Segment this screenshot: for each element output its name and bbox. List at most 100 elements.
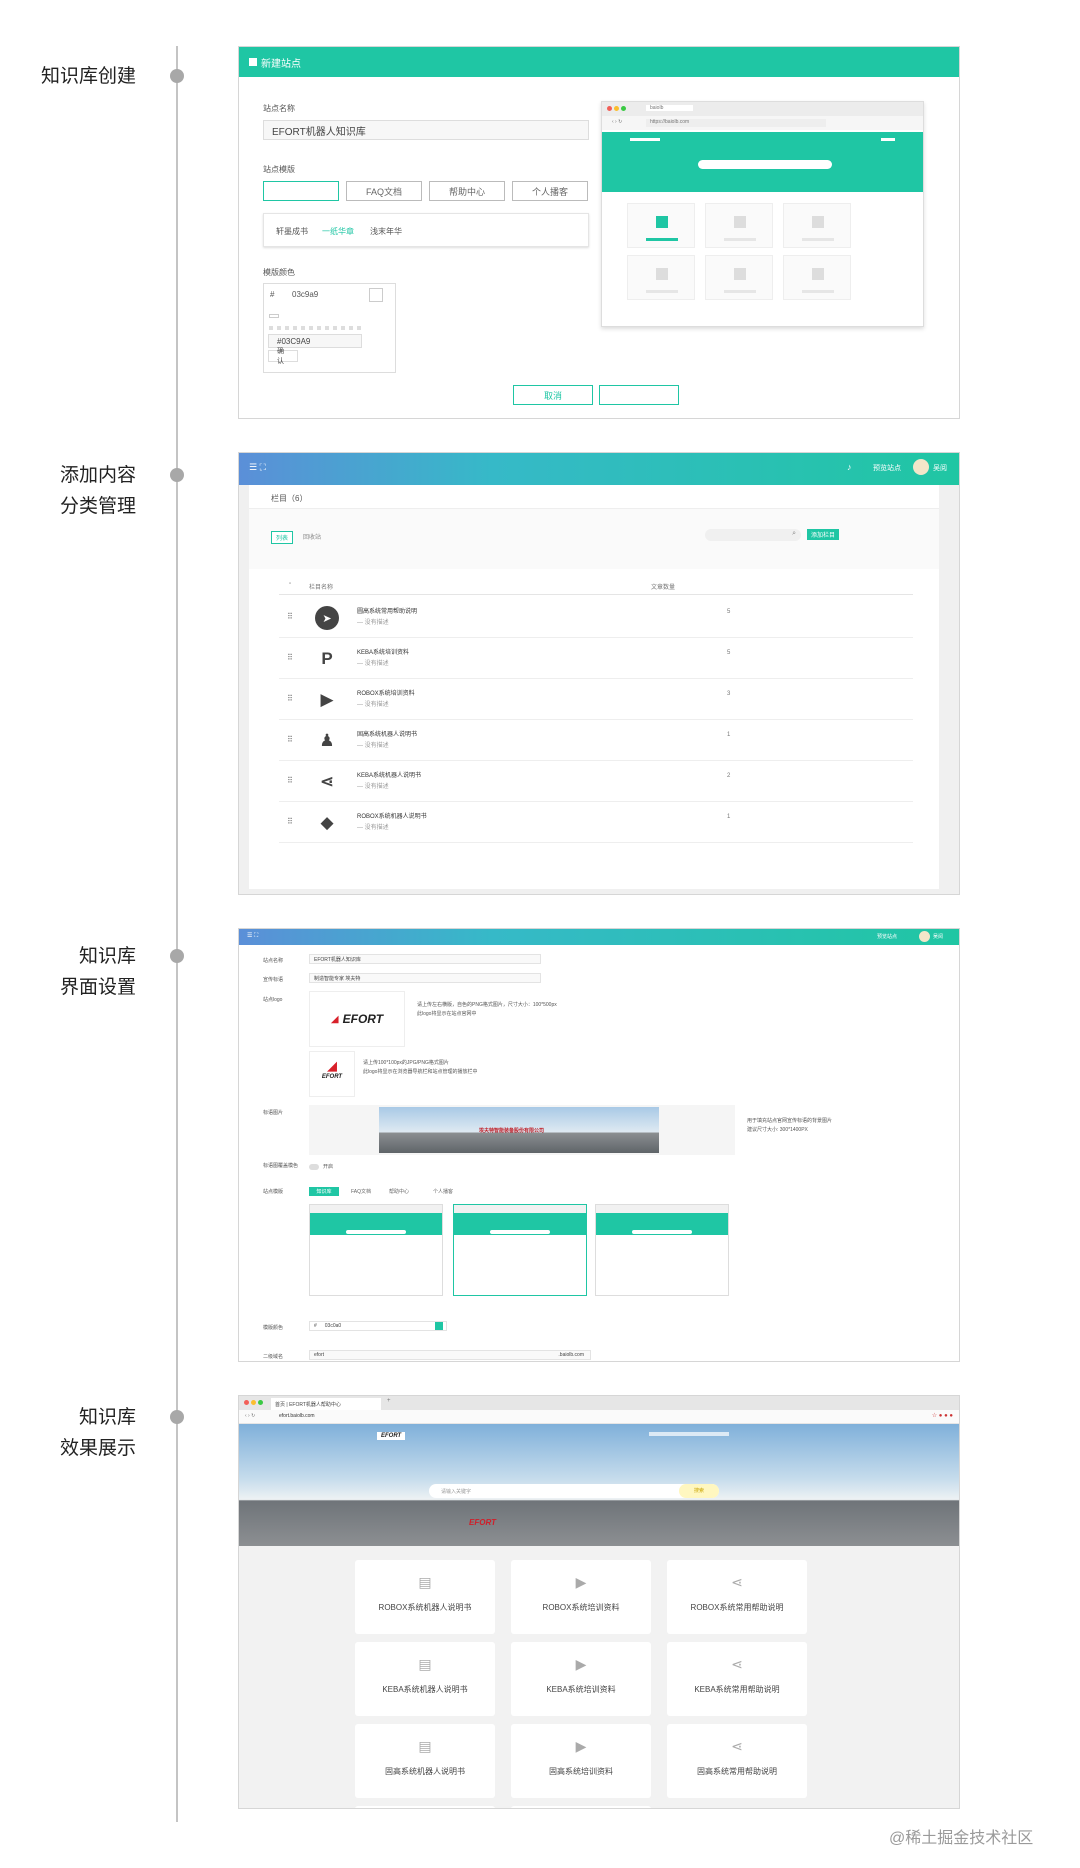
color-field[interactable]: #03c0a0 xyxy=(309,1321,447,1331)
submit-button[interactable]: 提交 xyxy=(599,385,679,405)
drag-handle-icon[interactable]: ⠿ xyxy=(287,653,293,662)
top-nav[interactable] xyxy=(649,1432,729,1436)
drag-handle-icon[interactable]: ⠿ xyxy=(287,612,293,621)
search-button[interactable]: 搜索 xyxy=(679,1484,719,1498)
template-thumb[interactable] xyxy=(595,1204,729,1296)
menu-icon[interactable]: ☰ ⛶ xyxy=(247,932,258,940)
template-thumb-selected[interactable] xyxy=(453,1204,587,1296)
row-title[interactable]: KEBA系统机器人说明书 xyxy=(357,770,421,779)
label-template: 站点模版 xyxy=(263,1189,284,1195)
tab-personal-blog[interactable]: 个人播客 xyxy=(429,1187,457,1196)
site-name-field[interactable]: EFORT机器人知识库 xyxy=(309,954,541,964)
row-title[interactable]: 固高系统机器人说明书 xyxy=(357,729,417,738)
bell-icon[interactable]: ♪ xyxy=(847,462,852,472)
hint: 此logo将显示在站点官网中 xyxy=(417,1011,477,1017)
dialog-title: 新建站点 xyxy=(261,58,301,70)
domain-field[interactable]: efort .baiolb.com xyxy=(309,1350,591,1360)
style-option[interactable]: 浅末年华 xyxy=(370,226,402,237)
timeline-label-4: 知识库 效果展示 xyxy=(59,1407,136,1459)
tab-list[interactable]: 列表 xyxy=(271,531,294,544)
category-tile[interactable]: ▶ ROBOX系统培训资料 xyxy=(511,1560,651,1634)
drag-handle-icon[interactable]: ⠿ xyxy=(287,735,293,744)
breadcrumb: 栏目（6） xyxy=(249,485,939,509)
avatar[interactable] xyxy=(913,459,929,475)
share-icon: ⋖ xyxy=(319,772,335,791)
checkbox-icon[interactable]: ▫ xyxy=(289,581,291,587)
category-tile[interactable]: ⋖ 固高系统常用帮助说明 xyxy=(667,1724,807,1798)
tab-help-center[interactable]: 帮助中心 xyxy=(385,1187,413,1196)
avatar[interactable] xyxy=(919,931,930,942)
video-icon: ▶ xyxy=(575,1656,587,1672)
new-tab-icon[interactable]: + xyxy=(387,1398,391,1404)
slogan-field[interactable]: 制造智能专家 埃夫特 xyxy=(309,973,541,983)
category-tile[interactable] xyxy=(511,1806,651,1808)
hint: 请上传100*100px的JPG/PNG格式图片 xyxy=(363,1060,449,1066)
drag-handle-icon[interactable]: ⠿ xyxy=(287,776,293,785)
tab-personal-blog[interactable]: 个人播客 xyxy=(512,181,588,201)
table-row[interactable]: ⠿ P KEBA系统培训资料 — 没有描述 5 xyxy=(279,638,913,679)
row-title[interactable]: KEBA系统培训资料 xyxy=(357,647,409,656)
tab-faq[interactable]: FAQ文档 xyxy=(347,1187,375,1196)
row-title[interactable]: ROBOX系统机器人说明书 xyxy=(357,811,427,820)
extension-icons[interactable]: ☆ ● ● ● xyxy=(932,1412,953,1419)
user-name[interactable]: 吴阅 xyxy=(933,463,947,473)
color-value[interactable]: 03c9a9 xyxy=(292,290,318,299)
drag-handle-icon[interactable]: ⠿ xyxy=(287,694,293,703)
preview-site-link[interactable]: 预览站点 xyxy=(877,933,897,940)
hint: 用于填充站点官网宣传标语的背景图片 xyxy=(747,1118,833,1124)
cancel-button[interactable]: 取消 xyxy=(513,385,593,405)
template-label: 站点模版 xyxy=(263,165,295,174)
category-tile[interactable]: ⋖ KEBA系统常用帮助说明 xyxy=(667,1642,807,1716)
hint: 建议尺寸大小: 300*1400PX xyxy=(747,1127,808,1133)
browser-tab[interactable]: 首页 | EFORT机器人帮助中心 xyxy=(271,1398,381,1410)
category-tile[interactable]: ⋖ ROBOX系统常用帮助说明 xyxy=(667,1560,807,1634)
confirm-button[interactable]: 确认 xyxy=(268,348,298,365)
category-tile[interactable]: ▤ ROBOX系统机器人说明书 xyxy=(355,1560,495,1634)
table-row[interactable]: ⠿ ⋖ KEBA系统机器人说明书 — 没有描述 2 xyxy=(279,761,913,802)
style-option-active[interactable]: 一纸华章 xyxy=(322,226,354,237)
tab-knowledge-base[interactable]: 知识库 xyxy=(309,1187,339,1196)
alpha-slider[interactable] xyxy=(269,326,361,330)
toggle-switch[interactable] xyxy=(309,1164,319,1170)
logo-upload-wide[interactable]: ◢ EFORT xyxy=(309,991,405,1047)
table-row[interactable]: ⠿ ◆ ROBOX系统机器人说明书 — 没有描述 1 xyxy=(279,802,913,843)
site-name-label: 站点名称 xyxy=(263,104,295,113)
template-thumb[interactable] xyxy=(309,1204,443,1296)
category-tile[interactable]: ▤ KEBA系统机器人说明书 xyxy=(355,1642,495,1716)
site-name-input[interactable]: EFORT机器人知识库 xyxy=(263,120,589,140)
style-option[interactable]: 轩墨成书 xyxy=(276,226,308,237)
logo-upload-square[interactable]: ◢ EFORT xyxy=(309,1051,355,1097)
color-swatch[interactable] xyxy=(369,288,383,302)
table-row[interactable]: ⠿ ➤ 圆高系统常用帮助说明 — 没有描述 5 xyxy=(279,597,913,638)
table-row[interactable]: ⠿ ▶ ROBOX系统培训资料 — 没有描述 3 xyxy=(279,679,913,720)
color-picker: # 03c9a9 #03C9A9 确认 xyxy=(263,283,396,373)
browser-url[interactable]: efort.baiolb.com xyxy=(279,1413,315,1419)
add-category-button[interactable]: 添加栏目 xyxy=(807,529,840,540)
nav-icons[interactable]: ‹ › ↻ xyxy=(245,1413,255,1419)
hue-slider[interactable] xyxy=(269,314,279,318)
color-swatch[interactable] xyxy=(435,1322,443,1330)
row-description: — 没有描述 xyxy=(357,743,389,749)
table-row[interactable]: ⠿ ♟ 固高系统机器人说明书 — 没有描述 1 xyxy=(279,720,913,761)
drag-handle-icon[interactable]: ⠿ xyxy=(287,817,293,826)
search-box[interactable]: 请输入关键字 搜索 xyxy=(429,1484,719,1498)
search-input[interactable]: ⌕ xyxy=(705,529,801,541)
menu-icon[interactable]: ☰ ⛶ xyxy=(249,462,266,473)
tab-faq[interactable]: FAQ文档 xyxy=(346,181,422,201)
tile-title: ROBOX系统机器人说明书 xyxy=(378,1603,472,1612)
building-sign: EFORT xyxy=(469,1518,496,1527)
category-tile[interactable]: ▶ KEBA系统培训资料 xyxy=(511,1642,651,1716)
category-tile[interactable]: ▤ 固高系统机器人说明书 xyxy=(355,1724,495,1798)
row-title[interactable]: ROBOX系统培训资料 xyxy=(357,688,415,697)
tab-recycle-bin[interactable]: 回收站 xyxy=(299,531,325,542)
row-title[interactable]: 圆高系统常用帮助说明 xyxy=(357,606,417,615)
telegram-icon: ➤ xyxy=(315,606,339,630)
tab-knowledge-base[interactable]: 知识库 xyxy=(263,181,339,201)
user-name[interactable]: 吴阅 xyxy=(933,933,943,940)
preview-site-link[interactable]: 预览站点 xyxy=(873,463,901,473)
browser-urlbar: ‹ › ↻ efort.baiolb.com ☆ ● ● ● xyxy=(239,1410,959,1424)
banner-upload[interactable]: 埃夫特智能装备股份有限公司 xyxy=(309,1105,735,1155)
category-tile[interactable] xyxy=(355,1806,495,1808)
category-tile[interactable]: ▶ 固高系统培训资料 xyxy=(511,1724,651,1798)
tab-help-center[interactable]: 帮助中心 xyxy=(429,181,505,201)
